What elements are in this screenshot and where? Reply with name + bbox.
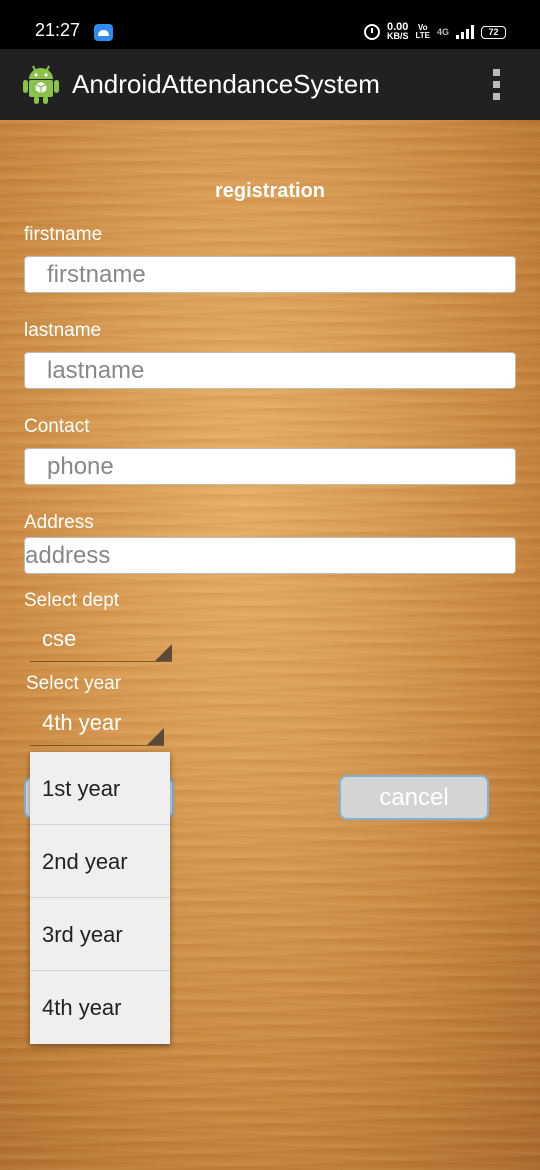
address-input[interactable]: address xyxy=(24,537,516,574)
dropdown-arrow-icon xyxy=(155,644,172,661)
volte-bottom: LTE xyxy=(415,31,430,40)
dept-spinner[interactable]: cse xyxy=(30,620,172,662)
status-bar: 21:27 0.00 KB/S Vo LTE 4G 72 xyxy=(0,0,540,49)
dropdown-option-4th-year[interactable]: 4th year xyxy=(30,971,170,1044)
contact-label: Contact xyxy=(24,416,90,437)
status-indicators: 0.00 KB/S Vo LTE 4G 72 xyxy=(363,22,506,42)
lastname-label: lastname xyxy=(24,320,102,341)
dropdown-arrow-icon xyxy=(147,728,164,745)
alarm-icon xyxy=(363,24,380,40)
year-spinner[interactable]: 4th year xyxy=(30,704,164,746)
registration-form: registration firstname firstname lastnam… xyxy=(0,120,540,1170)
volte-indicator: Vo LTE xyxy=(415,24,430,40)
dropdown-option-1st-year[interactable]: 1st year xyxy=(30,752,170,825)
signal-icon xyxy=(456,25,474,39)
phone-input[interactable]: phone xyxy=(24,448,516,485)
app-bar: AndroidAttendanceSystem xyxy=(0,49,540,126)
notification-app-icon xyxy=(94,24,113,41)
network-speed-unit: KB/S xyxy=(386,31,409,41)
battery-icon: 72 xyxy=(481,25,506,39)
dropdown-option-3rd-year[interactable]: 3rd year xyxy=(30,898,170,971)
dept-label: Select dept xyxy=(24,590,120,611)
year-label: Select year xyxy=(26,673,122,694)
status-time: 21:27 xyxy=(35,20,81,40)
network-type: 4G xyxy=(436,27,449,37)
cancel-button[interactable]: cancel xyxy=(339,775,489,820)
year-dropdown-list: 1st year 2nd year 3rd year 4th year xyxy=(30,752,170,1044)
app-title: AndroidAttendanceSystem xyxy=(72,69,380,99)
android-logo-icon xyxy=(23,65,59,104)
page-title: registration xyxy=(214,180,326,202)
overflow-menu-icon[interactable] xyxy=(491,69,503,103)
firstname-label: firstname xyxy=(24,224,103,245)
address-label: Address xyxy=(24,512,94,533)
dropdown-option-2nd-year[interactable]: 2nd year xyxy=(30,825,170,898)
lastname-input[interactable]: lastname xyxy=(24,352,516,389)
firstname-input[interactable]: firstname xyxy=(24,256,516,293)
dept-value: cse xyxy=(42,626,77,651)
year-value: 4th year xyxy=(42,710,122,735)
network-speed: 0.00 KB/S xyxy=(386,22,409,41)
